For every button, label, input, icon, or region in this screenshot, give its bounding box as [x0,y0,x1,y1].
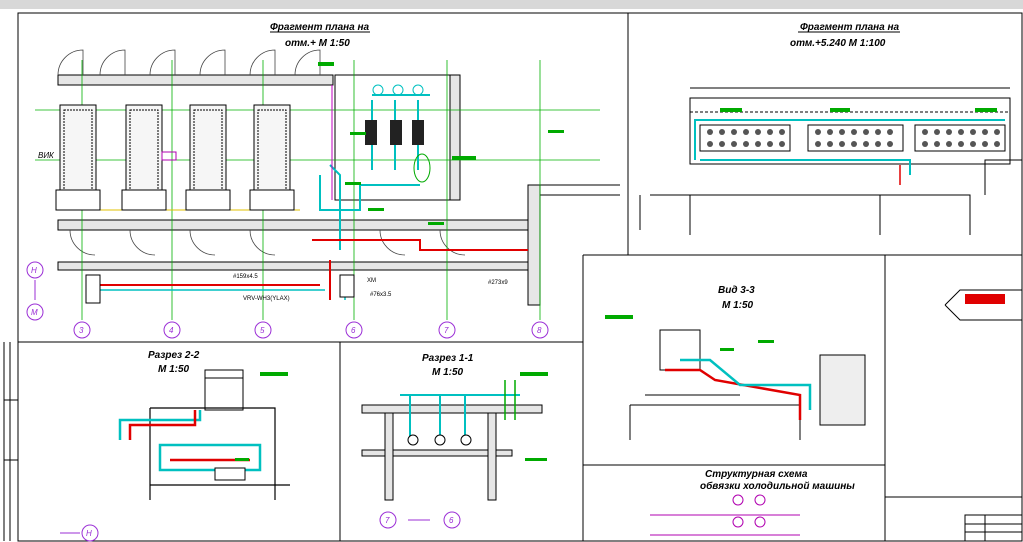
axis-bubble: 7 [438,321,456,339]
scheme-title: Структурная схема [705,469,808,480]
svg-text:М: М [31,308,38,317]
svg-text:3: 3 [79,326,84,335]
axis-bubble: Н [26,261,44,279]
svg-text:Н: Н [86,529,92,538]
svg-text:8: 8 [537,326,542,335]
window-strip [0,0,1023,9]
svg-text:7: 7 [444,326,449,335]
roof-plan-title: Фрагмент плана на [800,22,900,33]
axis-bubble: 6 [345,321,363,339]
pipe-label: #159x4.5 [233,274,258,280]
section-22-title: Разрез 2-2 [148,350,200,361]
main-plan-scale: отм.+ М 1:50 [285,38,350,49]
unit-tag: ВИК [38,151,55,160]
pipe-label: #76x3.5 [370,292,392,298]
svg-text:4: 4 [169,326,174,335]
roof-plan-scale: отм.+5.240 М 1:100 [790,38,886,49]
svg-text:6: 6 [351,326,356,335]
svg-text:6: 6 [449,516,454,525]
vrv-label: VRV-WH3(YLAX) [243,296,290,302]
axis-bubble: 6 [443,511,461,529]
main-plan-title: Фрагмент плана на [270,22,370,33]
scheme-subtitle: обвязки холодильной машины [700,480,855,492]
axis-bubble: 8 [531,321,549,339]
svg-text:7: 7 [385,516,390,525]
axis-bubble: 4 [163,321,181,339]
section-11-title: Разрез 1-1 [422,353,474,364]
axis-bubble: 7 [379,511,397,529]
axis-bubble: 5 [254,321,272,339]
generator-unit [55,104,101,211]
section-11-scale: М 1:50 [432,367,464,378]
svg-text:5: 5 [260,326,265,335]
pipe-label: #273x9 [488,280,508,286]
svg-text:Н: Н [31,266,37,275]
view-33-scale: М 1:50 [722,300,754,311]
axis-bubble: 3 [73,321,91,339]
axis-bubble: М [26,303,44,321]
equipment-label: ХМ [367,278,376,284]
generator-unit [121,104,167,211]
section-22-scale: М 1:50 [158,364,190,375]
generator-unit [249,104,295,211]
axis-bubble: Н [81,524,99,542]
cad-drawing-sheet: Фрагмент плана на отм.+ М 1:50 ВИК #159x… [0,0,1023,542]
generator-unit [185,104,231,211]
view-33-title: Вид 3-3 [718,285,755,296]
